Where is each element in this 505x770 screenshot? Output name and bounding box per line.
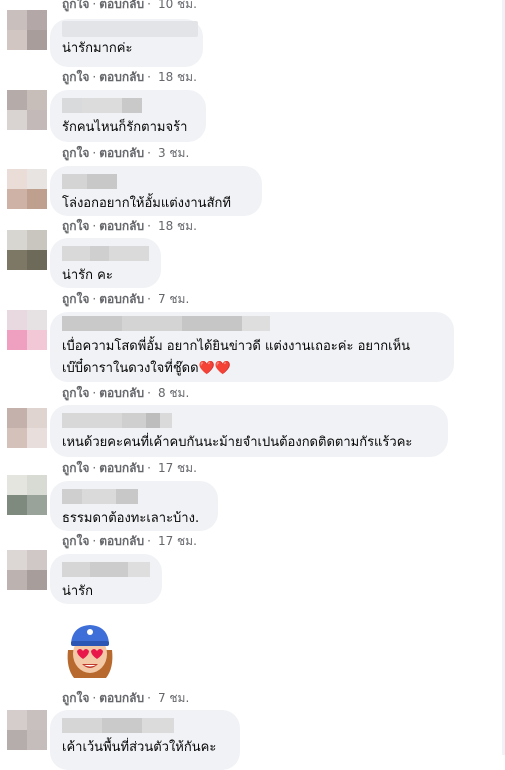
- separator-dot: ·: [92, 0, 97, 11]
- separator-dot: ·: [147, 70, 151, 84]
- comment-text: รักคนไหนก็รักตามจร้า: [62, 120, 188, 135]
- timestamp[interactable]: 10 ชม.: [158, 0, 197, 11]
- comment-text: น่ารัก: [62, 584, 94, 599]
- comment-bubble: เบื่อความโสดพี่อั้ม อยากได้ยินข่าวดี แต่…: [50, 312, 454, 382]
- comment-actions: ถูกใจ · ตอบกลับ · 18 ชม.: [62, 217, 197, 236]
- like-link[interactable]: ถูกใจ: [62, 461, 89, 475]
- author-name[interactable]: [62, 246, 149, 261]
- comment-actions: ถูกใจ · ตอบกลับ · 8 ชม.: [62, 384, 189, 403]
- reply-link[interactable]: ตอบกลับ: [99, 292, 144, 306]
- timestamp[interactable]: 7 ชม.: [158, 691, 189, 705]
- comment-actions: ถูกใจ · ตอบกลับ · 18 ชม.: [62, 68, 197, 87]
- like-link[interactable]: ถูกใจ: [62, 691, 89, 705]
- comment-bubble: เหนด้วยคะคนที่เค้าคบกันนะม้ายจำเปนต้องกด…: [50, 405, 448, 457]
- like-link[interactable]: ถูกใจ: [62, 0, 89, 11]
- like-link[interactable]: ถูกใจ: [62, 386, 89, 400]
- comment-text: น่ารักมากค่ะ: [62, 41, 133, 56]
- separator-dot: ·: [92, 146, 97, 160]
- heart-emojis: ❤️❤️: [198, 361, 231, 376]
- comment-bubble: เค้าเว้นพื้นที่ส่วนตัวให้กันคะ: [50, 710, 240, 770]
- author-name[interactable]: [62, 316, 442, 331]
- reply-link[interactable]: ตอบกลับ: [99, 386, 144, 400]
- author-name[interactable]: [62, 21, 198, 37]
- reply-link[interactable]: ตอบกลับ: [99, 461, 144, 475]
- separator-dot: ·: [147, 461, 151, 475]
- separator-dot: ·: [147, 219, 151, 233]
- author-name[interactable]: [62, 718, 228, 733]
- reply-link[interactable]: ตอบกลับ: [99, 534, 144, 548]
- author-name[interactable]: [62, 413, 436, 428]
- comment-actions: ถูกใจ · ตอบกลับ · 17 ชม.: [62, 532, 197, 551]
- comment-bubble: ธรรมดาต้องทะเลาะบ้าง.: [50, 481, 218, 531]
- avatar[interactable]: [7, 550, 47, 590]
- reply-link[interactable]: ตอบกลับ: [99, 146, 144, 160]
- reply-link[interactable]: ตอบกลับ: [99, 691, 144, 705]
- reply-link[interactable]: ตอบกลับ: [99, 219, 144, 233]
- author-name[interactable]: [62, 562, 150, 577]
- timestamp[interactable]: 8 ชม.: [158, 386, 189, 400]
- comment-bubble: น่ารัก: [50, 554, 162, 604]
- comment-actions: ถูกใจ · ตอบกลับ · 7 ชม.: [62, 290, 189, 309]
- avatar[interactable]: [7, 169, 47, 209]
- separator-dot: ·: [147, 292, 151, 306]
- avatar[interactable]: [7, 10, 47, 50]
- avatar[interactable]: [7, 230, 47, 270]
- like-link[interactable]: ถูกใจ: [62, 219, 89, 233]
- heart-eyes-emoji-sticker: [62, 620, 118, 682]
- comment-bubble: น่ารัก คะ: [50, 238, 161, 288]
- comment-text: เค้าเว้นพื้นที่ส่วนตัวให้กันคะ: [62, 740, 217, 755]
- comment-text: เบื่อความโสดพี่อั้ม อยากได้ยินข่าวดี แต่…: [62, 339, 411, 376]
- separator-dot: ·: [147, 386, 151, 400]
- separator-dot: ·: [92, 219, 97, 233]
- timestamp[interactable]: 18 ชม.: [158, 219, 197, 233]
- comment-actions: ถูกใจ · ตอบกลับ · 17 ชม.: [62, 459, 197, 478]
- timestamp[interactable]: 17 ชม.: [158, 461, 197, 475]
- avatar[interactable]: [7, 475, 47, 515]
- comment-actions-top: ถูกใจ · ตอบกลับ · 10 ชม.: [62, 0, 197, 14]
- avatar[interactable]: [7, 310, 47, 350]
- separator-dot: ·: [92, 292, 97, 306]
- separator-dot: ·: [92, 534, 97, 548]
- comment-actions: ถูกใจ · ตอบกลับ · 3 ชม.: [62, 144, 189, 163]
- separator-dot: ·: [147, 0, 151, 11]
- comment-bubble: น่ารักมากค่ะ: [50, 19, 203, 67]
- avatar[interactable]: [7, 90, 47, 130]
- separator-dot: ·: [147, 534, 151, 548]
- comment-text: เหนด้วยคะคนที่เค้าคบกันนะม้ายจำเปนต้องกด…: [62, 435, 413, 450]
- author-name[interactable]: [62, 98, 194, 113]
- separator-dot: ·: [147, 146, 151, 160]
- comment-actions: ถูกใจ · ตอบกลับ · 7 ชม.: [62, 689, 189, 708]
- separator-dot: ·: [92, 691, 97, 705]
- author-name[interactable]: [62, 489, 206, 504]
- comment-bubble: โล่งอกอยากให้อั้มแต่งงานสักที: [50, 166, 262, 216]
- comment-bubble: รักคนไหนก็รักตามจร้า: [50, 90, 206, 142]
- like-link[interactable]: ถูกใจ: [62, 292, 89, 306]
- separator-dot: ·: [92, 386, 97, 400]
- avatar[interactable]: [7, 408, 47, 448]
- separator-dot: ·: [92, 461, 97, 475]
- reply-link[interactable]: ตอบกลับ: [99, 70, 144, 84]
- avatar[interactable]: [7, 710, 47, 750]
- timestamp[interactable]: 17 ชม.: [158, 534, 197, 548]
- reply-link[interactable]: ตอบกลับ: [99, 0, 144, 11]
- separator-dot: ·: [92, 70, 97, 84]
- timestamp[interactable]: 3 ชม.: [158, 146, 189, 160]
- timestamp[interactable]: 7 ชม.: [158, 292, 189, 306]
- timestamp[interactable]: 18 ชม.: [158, 70, 197, 84]
- like-link[interactable]: ถูกใจ: [62, 534, 89, 548]
- comment-text: น่ารัก คะ: [62, 268, 113, 283]
- like-link[interactable]: ถูกใจ: [62, 146, 89, 160]
- comment-text: ธรรมดาต้องทะเลาะบ้าง.: [62, 511, 200, 526]
- comment-text: โล่งอกอยากให้อั้มแต่งงานสักที: [62, 196, 231, 211]
- like-link[interactable]: ถูกใจ: [62, 70, 89, 84]
- author-name[interactable]: [62, 174, 250, 189]
- separator-dot: ·: [147, 691, 151, 705]
